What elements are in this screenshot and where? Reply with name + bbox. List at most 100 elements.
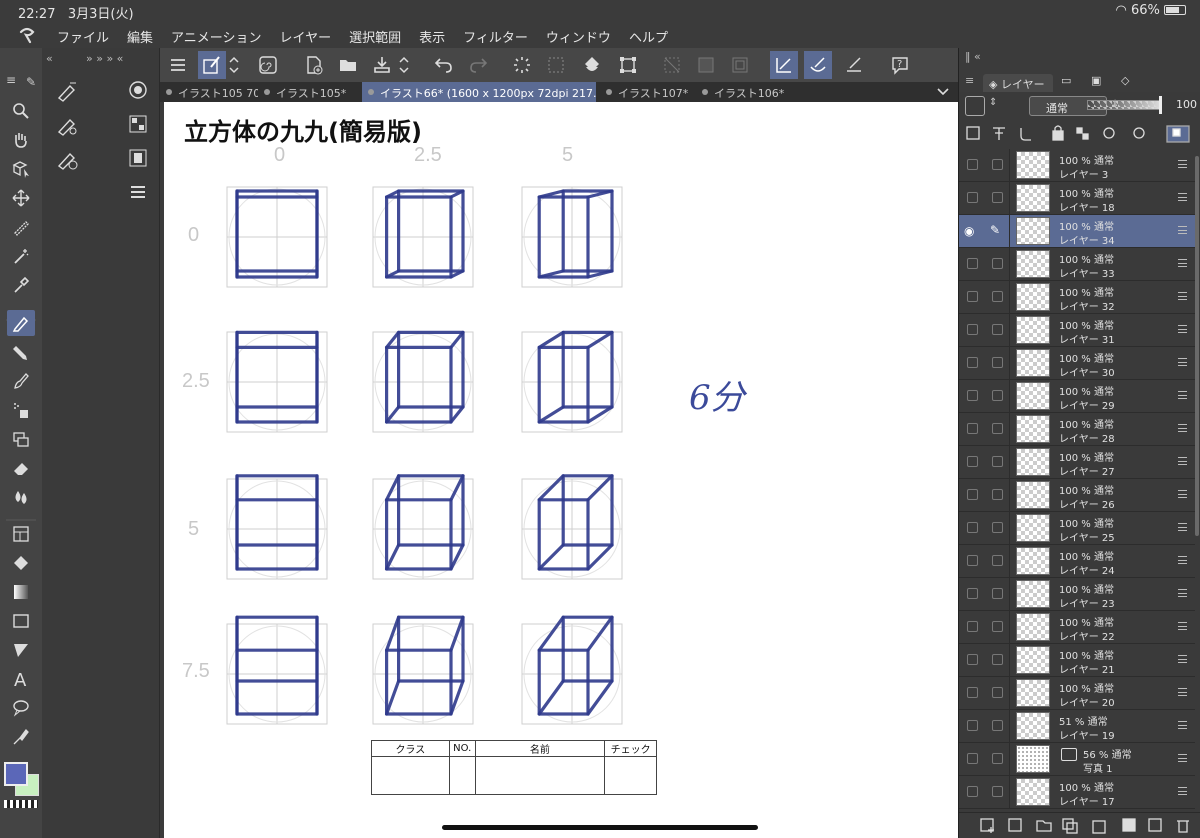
reference-layer-icon[interactable] [989,124,1009,142]
lock-toggle[interactable] [992,159,1003,170]
layer-thumbnail[interactable] [1016,778,1050,806]
lock-toggle[interactable] [992,390,1003,401]
tab-layer[interactable]: ◈ レイヤー [983,74,1053,92]
visibility-toggle[interactable] [967,621,978,632]
layer-row[interactable]: 100 % 通常 レイヤー 23 [959,578,1195,611]
visibility-toggle[interactable] [967,291,978,302]
eraser-tool-icon[interactable] [7,455,35,481]
layer-row[interactable]: 100 % 通常 レイヤー 18 [959,182,1195,215]
visibility-toggle[interactable] [967,489,978,500]
layer-row-menu-icon[interactable] [1178,325,1187,333]
tab-document-5[interactable]: イラスト106* [696,82,788,102]
spiral-icon[interactable] [254,51,282,79]
correct-line-icon[interactable] [7,724,35,750]
layer-row[interactable]: 51 % 通常 レイヤー 19 [959,710,1195,743]
lock-transparency-icon[interactable] [1073,124,1093,142]
layer-row[interactable]: 100 % 通常 レイヤー 32 [959,281,1195,314]
quick-access-stepper[interactable] [226,51,242,79]
lock-toggle[interactable] [992,621,1003,632]
visibility-toggle[interactable] [967,786,978,797]
layer-row-menu-icon[interactable] [1178,259,1187,267]
layer-color-mode-icon[interactable] [1165,124,1191,142]
balloon-tool-icon[interactable] [7,695,35,721]
layer-row[interactable]: 100 % 通常 レイヤー 30 [959,347,1195,380]
object-tool-icon[interactable] [7,156,35,182]
layer-row-menu-icon[interactable] [1178,523,1187,531]
brush-shape-icon[interactable] [128,80,148,104]
select-layer-icon[interactable] [542,51,570,79]
new-vector-layer-icon[interactable] [1007,816,1025,836]
lock-toggle[interactable] [992,324,1003,335]
layer-row[interactable]: 100 % 通常 レイヤー 25 [959,512,1195,545]
transform-icon[interactable] [614,51,642,79]
layer-row-menu-icon[interactable] [1178,556,1187,564]
layer-row-menu-icon[interactable] [1178,391,1187,399]
layer-row[interactable]: 100 % 通常 レイヤー 33 [959,248,1195,281]
pen-tool-icon[interactable] [7,310,35,336]
visibility-toggle[interactable] [967,192,978,203]
layer-row[interactable]: 56 % 通常 写真 1 [959,743,1195,776]
lock-toggle[interactable] [992,456,1003,467]
form-cell[interactable] [371,756,450,795]
menu-item[interactable]: ウィンドウ [546,27,611,46]
lock-toggle[interactable] [992,786,1003,797]
transparent-color-swatch[interactable] [4,800,38,808]
layer-row[interactable]: 100 % 通常 レイヤー 22 [959,611,1195,644]
layer-row-menu-icon[interactable] [1178,424,1187,432]
hamburger-menu-icon[interactable] [164,51,192,79]
move-tool-icon[interactable] [7,185,35,211]
layer-thumbnail[interactable] [1016,184,1050,212]
lock-toggle[interactable] [992,654,1003,665]
visibility-toggle[interactable] [967,357,978,368]
layer-row[interactable]: 100 % 通常 レイヤー 3 [959,149,1195,182]
layer-row[interactable]: 100 % 通常 レイヤー 21 [959,644,1195,677]
layer-row-menu-icon[interactable] [1178,292,1187,300]
tab-document-2[interactable]: イラスト105* [258,82,358,102]
panel-collapse-left[interactable]: « [46,52,53,65]
duplicate-layer-icon[interactable] [1061,816,1079,836]
menu-item[interactable]: 編集 [127,27,153,46]
fill-tool-icon[interactable] [7,550,35,576]
opacity-value[interactable]: 100 [1176,98,1197,111]
menu-item[interactable]: 表示 [419,27,445,46]
tab-document-active[interactable]: イラスト66* (1600 x 1200px 72dpi 217.6%) [362,82,596,102]
layer-thumbnail[interactable] [1016,580,1050,608]
color-set-icon[interactable] [128,114,148,138]
visibility-toggle[interactable] [967,555,978,566]
visibility-toggle[interactable] [967,522,978,533]
menu-item[interactable]: フィルター [463,27,528,46]
help-icon[interactable]: ? [886,51,914,79]
lock-toggle[interactable] [992,423,1003,434]
magic-wand-icon[interactable] [7,243,35,269]
layer-row[interactable]: 100 % 通常 レイヤー 29 [959,380,1195,413]
special-ruler-snap-icon[interactable] [804,51,832,79]
animation-timeline-icon[interactable] [128,148,148,172]
layer-thumbnail[interactable] [1016,481,1050,509]
ruler-show-icon[interactable] [1129,124,1155,142]
layer-row-menu-icon[interactable] [1178,193,1187,201]
visibility-toggle[interactable] [967,654,978,665]
layer-thumbnail[interactable] [1016,547,1050,575]
layer-row-menu-icon[interactable] [1178,160,1187,168]
ruler-snap-icon[interactable] [770,51,798,79]
new-canvas-icon[interactable] [300,51,328,79]
tab-material[interactable]: ◇ [1121,74,1141,92]
fill-command-icon[interactable] [578,51,606,79]
clear-selection-icon[interactable] [658,51,686,79]
pen-settings-icon[interactable] [56,114,78,140]
eyedropper-icon[interactable] [7,272,35,298]
layer-thumbnail[interactable] [1016,514,1050,542]
layer-thumbnail[interactable] [1016,613,1050,641]
text-tool-icon[interactable]: A [7,666,35,692]
lock-toggle[interactable] [992,753,1003,764]
menu-item[interactable]: アニメーション [171,27,261,46]
undo-icon[interactable] [430,51,458,79]
eye-icon[interactable]: ◉ [964,224,974,238]
form-cell[interactable] [604,756,657,795]
layer-row-menu-icon[interactable] [1178,754,1187,762]
lock-toggle[interactable] [992,720,1003,731]
merge-layer-icon[interactable] [1091,816,1109,836]
apply-mask-icon[interactable] [1147,816,1165,836]
layer-thumbnail[interactable] [1016,646,1050,674]
menu-item[interactable]: レイヤー [280,27,332,46]
